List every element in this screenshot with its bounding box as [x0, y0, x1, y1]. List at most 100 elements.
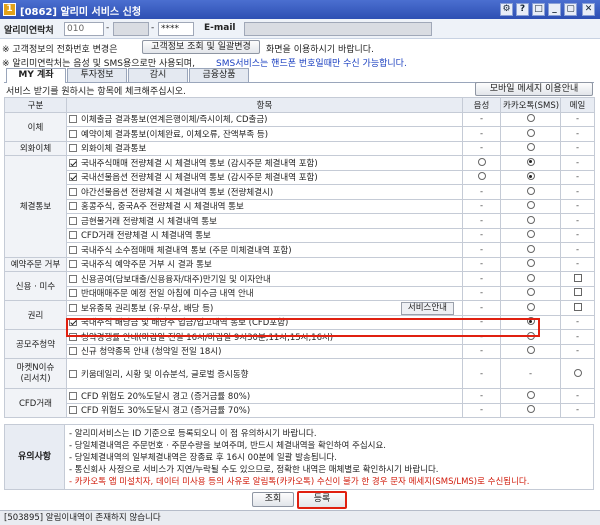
sms-radio[interactable] — [526, 128, 535, 137]
checkbox[interactable] — [69, 245, 77, 254]
checkbox[interactable] — [69, 274, 77, 283]
list-item[interactable]: 예약이체 결과통보(이체완료, 이체오류, 잔액부족 등) — [66, 126, 463, 142]
checkbox[interactable] — [69, 115, 77, 124]
list-item[interactable]: 국내주식 예약주문 거부 시 결과 통보 — [66, 256, 463, 272]
checkbox[interactable] — [69, 144, 77, 153]
checkbox-checked[interactable] — [69, 173, 77, 182]
query-button[interactable]: 조회 — [252, 492, 294, 507]
item-label: 금현물거래 전량체결 시 체결내역 통보 — [81, 216, 217, 227]
mail-radio[interactable] — [573, 368, 582, 377]
table-row: 신규 청약종목 안내 (청약일 전일 18시) - - — [5, 343, 595, 359]
sms-radio[interactable] — [526, 390, 535, 399]
service-guide-button[interactable]: 서비스안내 — [400, 302, 454, 315]
tab-investment-info[interactable]: 투자정보 — [67, 68, 127, 82]
customer-info-button[interactable]: 고객정보 조회 및 일괄변경 — [142, 40, 260, 54]
phone-part2-field[interactable] — [113, 22, 149, 36]
sms-radio[interactable] — [526, 114, 535, 123]
settings-icon[interactable]: ⚙ — [500, 3, 513, 16]
list-item[interactable]: 국내주식 소수점매매 체결내역 통보 (주문 미체결내역 포함) — [66, 242, 463, 258]
voice-cell — [462, 155, 501, 171]
table-row: 반대매매주문 예정 전일 아침에 미수금 내역 안내 - — [5, 285, 595, 301]
list-item[interactable]: 보유종목 권리통보 (유·무상, 배당 등) 서비스안내 — [66, 300, 463, 316]
tab-financial-products[interactable]: 금융상품 — [189, 68, 249, 82]
sms-radio-selected[interactable] — [526, 157, 535, 166]
list-item[interactable]: 반대매매주문 예정 전일 아침에 미수금 내역 안내 — [66, 285, 463, 301]
sms-radio[interactable] — [526, 143, 535, 152]
checkbox[interactable] — [69, 369, 77, 378]
list-item[interactable]: CFD 위험도 30%도달시 경고 (증거금률 70%) — [66, 402, 463, 418]
item-label: 이체출금 결과통보(연계은행이체/즉시이체, CD출금) — [81, 115, 268, 126]
list-item[interactable]: 홍콩주식, 중국A주 전량체결 시 체결내역 통보 — [66, 198, 463, 214]
sms-radio[interactable] — [526, 186, 535, 195]
list-item[interactable]: 국내주식매매 전량체결 시 체결내역 통보 (감시주문 체결내역 포함) — [66, 155, 463, 171]
table-row: 예약이체 결과통보(이체완료, 이체오류, 잔액부족 등) - - — [5, 126, 595, 142]
checkbox[interactable] — [69, 406, 77, 415]
mail-cell: - — [560, 402, 595, 418]
voice-radio[interactable] — [477, 157, 486, 166]
checkbox[interactable] — [69, 202, 77, 211]
close-icon[interactable]: ✕ — [582, 3, 595, 16]
minimize-icon[interactable]: _ — [548, 3, 561, 16]
mail-checkbox[interactable] — [573, 288, 582, 297]
sms-radio[interactable] — [526, 273, 535, 282]
list-item[interactable]: 신규 청약종목 안내 (청약일 전일 18시) — [66, 343, 463, 359]
mobile-message-guide-button[interactable]: 모바일 메세지 이용안내 — [475, 82, 593, 96]
maximize-icon[interactable]: ▢ — [564, 3, 577, 16]
checkbox[interactable] — [69, 216, 77, 225]
voice-cell: - — [462, 402, 501, 418]
email-field[interactable] — [244, 22, 432, 36]
list-item[interactable]: 국내선물옵션 전량체결 시 체결내역 통보 (감시주문 체결내역 포함) — [66, 169, 463, 185]
voice-radio[interactable] — [477, 172, 486, 181]
register-button[interactable]: 등록 — [297, 491, 347, 509]
sms-radio[interactable] — [526, 244, 535, 253]
sms-radio[interactable] — [526, 405, 535, 414]
help-icon[interactable]: ? — [516, 3, 529, 16]
sms-radio[interactable] — [526, 215, 535, 224]
checkbox[interactable] — [69, 260, 77, 269]
notes-line: - 알리미서비스는 ID 기준으로 등록되오니 이 점 유의하시기 바랍니다. — [69, 429, 317, 439]
phone-part1-field[interactable]: 010 — [64, 22, 104, 36]
sms-cell — [500, 388, 561, 404]
phone-separator-2: - — [151, 23, 155, 33]
status-bar: [503895] 알림이내역이 존재하지 않습니다 — [0, 510, 600, 525]
list-item[interactable]: 외화이체 결과통보 — [66, 140, 463, 156]
tab-my-account[interactable]: MY 계좌 — [6, 68, 66, 83]
list-item[interactable]: CFD 위험도 20%도달시 경고 (증거금률 80%) — [66, 388, 463, 404]
table-row: 금현물거래 전량체결 시 체결내역 통보 - - — [5, 213, 595, 229]
sms-radio[interactable] — [526, 201, 535, 210]
checkbox[interactable] — [69, 289, 77, 298]
item-label: 신규 청약종목 안내 (청약일 전일 18시) — [81, 347, 222, 358]
list-item[interactable]: 신용공여(담보대출/신용융자/대주)만기일 및 이자안내 — [66, 271, 463, 287]
list-item[interactable]: 야간선물옵션 전량체결 시 체결내역 통보 (전량체결시) — [66, 184, 463, 200]
list-item[interactable]: 키움데일리, 시황 및 이슈분석, 글로벌 증시동향 — [66, 358, 463, 389]
sms-radio[interactable] — [526, 302, 535, 311]
checkbox-checked[interactable] — [69, 158, 77, 167]
sms-cell — [500, 402, 561, 418]
checkbox[interactable] — [69, 187, 77, 196]
table-row: 신용 · 미수 신용공여(담보대출/신용융자/대주)만기일 및 이자안내 - — [4, 271, 595, 301]
checkbox[interactable] — [69, 231, 77, 240]
checkbox[interactable] — [69, 391, 77, 400]
item-label: CFD거래 전량체결 시 체결내역 통보 — [81, 231, 211, 242]
phone-part3-field[interactable]: **** — [158, 22, 194, 36]
list-item[interactable]: 이체출금 결과통보(연계은행이체/즉시이체, CD출금) — [66, 111, 463, 127]
sms-radio[interactable] — [526, 288, 535, 297]
sms-radio-selected[interactable] — [526, 172, 535, 181]
sms-radio[interactable] — [526, 259, 535, 268]
list-item[interactable]: CFD거래 전량체결 시 체결내역 통보 — [66, 227, 463, 243]
category-cfd: CFD거래 — [4, 388, 67, 418]
sms-cell — [500, 300, 561, 316]
list-item[interactable]: 금현물거래 전량체결 시 체결내역 통보 — [66, 213, 463, 229]
mail-checkbox[interactable] — [573, 302, 582, 311]
notes-line: - 당일체결내역은 주문번호 · 주문수량을 보여주며, 반드시 체결내역을 확… — [69, 441, 387, 451]
sms-radio[interactable] — [526, 230, 535, 239]
mail-checkbox[interactable] — [573, 273, 582, 282]
tab-monitor[interactable]: 감시 — [128, 68, 188, 82]
checkbox[interactable] — [69, 303, 77, 312]
table-row: 국내주식 소수점매매 체결내역 통보 (주문 미체결내역 포함) - - — [5, 242, 595, 258]
checkbox[interactable] — [69, 129, 77, 138]
sms-radio[interactable] — [526, 346, 535, 355]
checkbox[interactable] — [69, 347, 77, 356]
service-table: 구분 항목 음성 카카오톡(SMS) 메일 이체 이체출금 결과통보(연계은행이… — [4, 97, 595, 418]
restore-icon[interactable]: □ — [532, 3, 545, 16]
